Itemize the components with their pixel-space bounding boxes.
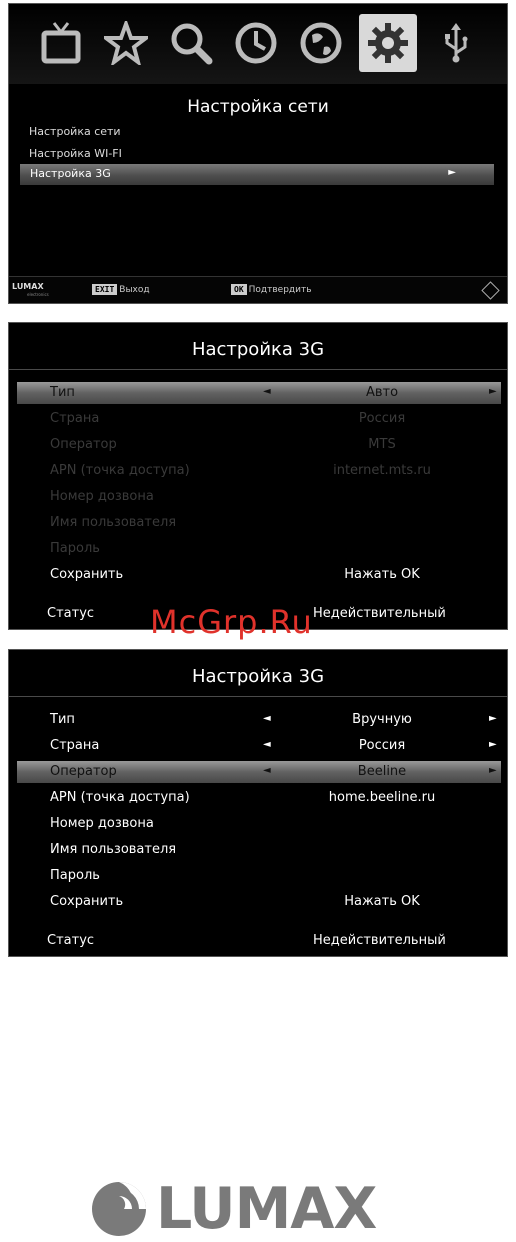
row-label: Номер дозвона bbox=[50, 489, 154, 504]
arrow-left-icon[interactable]: ◄ bbox=[263, 386, 271, 397]
globe-icon[interactable] bbox=[292, 14, 350, 72]
3g-settings-auto-screen: Настройка 3G Тип ◄ Авто ► Страна Россия … bbox=[8, 322, 508, 630]
3g-settings-manual-screen: Настройка 3G Тип ◄ Вручную ► Страна ◄ Ро… bbox=[8, 649, 508, 957]
watermark: McGrp.Ru bbox=[150, 603, 313, 641]
row-type[interactable]: Тип ◄ Авто ► bbox=[17, 382, 501, 404]
brand-wordmark: LUMAX bbox=[156, 1176, 377, 1242]
row-value: Beeline bbox=[357, 764, 407, 779]
row-password: Пароль bbox=[17, 538, 501, 560]
arrow-left-icon[interactable]: ◄ bbox=[263, 765, 271, 776]
ok-label: Подтвердить bbox=[248, 285, 312, 295]
arrow-right-icon[interactable]: ► bbox=[489, 765, 497, 776]
row-country[interactable]: Страна ◄ Россия ► bbox=[17, 735, 501, 757]
row-label: Оператор bbox=[50, 437, 117, 452]
row-username[interactable]: Имя пользователя bbox=[17, 839, 501, 861]
row-username: Имя пользователя bbox=[17, 512, 501, 534]
row-label: Страна bbox=[50, 738, 100, 753]
row-value: MTS bbox=[368, 437, 396, 452]
exit-key: EXIT bbox=[92, 284, 118, 295]
row-value: internet.mts.ru bbox=[333, 463, 431, 478]
row-dial-number: Номер дозвона bbox=[17, 486, 501, 508]
page-title: Настройка 3G bbox=[191, 339, 325, 360]
row-value: home.beeline.ru bbox=[328, 790, 436, 805]
row-value: Вручную bbox=[352, 712, 412, 727]
row-label: Номер дозвона bbox=[50, 816, 154, 831]
brand-sub: electronics bbox=[27, 292, 49, 297]
row-label: Пароль bbox=[50, 868, 100, 883]
arrow-right-icon: ► bbox=[448, 167, 456, 178]
row-label: Страна bbox=[50, 411, 100, 426]
row-value: Нажать OK bbox=[344, 894, 420, 909]
menu-item-network[interactable]: Настройка сети bbox=[29, 125, 121, 138]
exit-label: Выход bbox=[119, 285, 150, 295]
row-operator: Оператор MTS bbox=[17, 434, 501, 456]
arrow-right-icon[interactable]: ► bbox=[489, 713, 497, 724]
status-value: Недействительный bbox=[313, 933, 446, 948]
row-value: Нажать OK bbox=[344, 567, 420, 582]
lumax-swirl-icon bbox=[92, 1182, 146, 1236]
search-icon[interactable] bbox=[162, 14, 220, 72]
row-value: Авто bbox=[365, 385, 399, 400]
row-country: Страна Россия bbox=[17, 408, 501, 430]
row-label: Оператор bbox=[50, 764, 117, 779]
status-label: Статус bbox=[47, 606, 95, 621]
ok-key: OK bbox=[231, 284, 247, 295]
main-menu-icon-bar bbox=[9, 4, 507, 84]
row-label: Имя пользователя bbox=[50, 842, 177, 857]
row-label: Сохранить bbox=[50, 567, 124, 582]
row-label: Имя пользователя bbox=[50, 515, 177, 530]
ok-button[interactable]: OK Подтвердить bbox=[231, 284, 312, 295]
status-value: Недействительный bbox=[313, 606, 446, 621]
row-save[interactable]: Сохранить Нажать OK bbox=[17, 564, 501, 586]
menu-item-wifi[interactable]: Настройка WI-FI bbox=[29, 147, 122, 160]
row-type[interactable]: Тип ◄ Вручную ► bbox=[17, 709, 501, 731]
status-label: Статус bbox=[47, 933, 95, 948]
clock-icon[interactable] bbox=[227, 14, 285, 72]
menu-item-label: Настройка 3G bbox=[30, 167, 111, 180]
footer-bar: LUMAX electronics EXIT Выход OK Подтвердит… bbox=[9, 276, 507, 303]
arrow-right-icon[interactable]: ► bbox=[489, 739, 497, 750]
tv-icon[interactable] bbox=[32, 14, 90, 72]
row-password[interactable]: Пароль bbox=[17, 865, 501, 887]
divider bbox=[9, 696, 507, 697]
row-label: APN (точка доступа) bbox=[50, 463, 190, 478]
row-apn[interactable]: APN (точка доступа) home.beeline.ru bbox=[17, 787, 501, 809]
row-label: Тип bbox=[50, 385, 75, 400]
row-label: APN (точка доступа) bbox=[50, 790, 190, 805]
page-title: Настройка 3G bbox=[191, 666, 325, 687]
row-label: Сохранить bbox=[50, 894, 124, 909]
row-dial-number[interactable]: Номер дозвона bbox=[17, 813, 501, 835]
usb-icon[interactable] bbox=[427, 14, 485, 72]
network-settings-screen: Настройка сети Настройка сети Настройка … bbox=[8, 3, 508, 304]
row-save[interactable]: Сохранить Нажать OK bbox=[17, 891, 501, 913]
menu-item-3g[interactable]: Настройка 3G ► bbox=[20, 164, 494, 185]
row-value: Россия bbox=[358, 738, 406, 753]
row-label: Тип bbox=[50, 712, 75, 727]
brand-logo: LUMAX bbox=[12, 282, 44, 291]
row-value: Россия bbox=[358, 411, 406, 426]
star-icon[interactable] bbox=[97, 14, 155, 72]
exit-button[interactable]: EXIT Выход bbox=[92, 284, 150, 295]
arrow-left-icon[interactable]: ◄ bbox=[263, 713, 271, 724]
row-apn: APN (точка доступа) internet.mts.ru bbox=[17, 460, 501, 482]
navigation-diamond-icon bbox=[481, 281, 500, 300]
row-label: Пароль bbox=[50, 541, 100, 556]
arrow-left-icon[interactable]: ◄ bbox=[263, 739, 271, 750]
row-operator[interactable]: Оператор ◄ Beeline ► bbox=[17, 761, 501, 783]
arrow-right-icon[interactable]: ► bbox=[489, 386, 497, 397]
divider bbox=[9, 369, 507, 370]
gear-icon[interactable] bbox=[359, 14, 417, 72]
page-title: Настройка сети bbox=[187, 97, 329, 117]
lumax-brand-logo: LUMAX bbox=[88, 1180, 433, 1238]
